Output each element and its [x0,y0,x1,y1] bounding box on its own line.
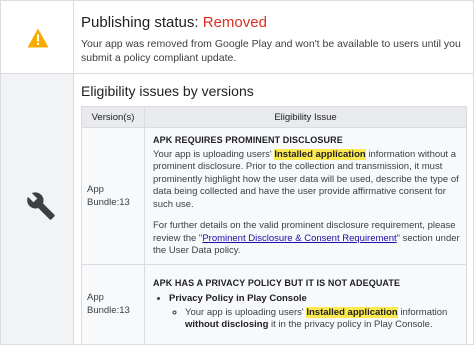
status-icon-cell [1,1,74,73]
table-row: App Bundle:13 APK HAS A PRIVACY POLICY B… [81,263,467,345]
status-label: Publishing status: [81,14,199,31]
issue-description: Your app is uploading users' Installed a… [153,148,460,212]
wrench-icon-cell [1,74,74,344]
version-cell: App Bundle:13 [81,263,145,345]
issue-text: Your app is uploading users' [153,148,272,160]
eligibility-issues-row: Eligibility issues by versions Version(s… [1,74,473,345]
issue-text: information [400,306,448,318]
prominent-disclosure-link[interactable]: Prominent Disclosure & Consent Requireme… [202,233,396,244]
policy-list: Privacy Policy in Play Console Your app … [153,293,460,332]
list-item: Privacy Policy in Play Console Your app … [169,293,460,332]
issue-text: Your app is uploading users' [185,306,304,318]
issue-cell: APK HAS A PRIVACY POLICY BUT IT IS NOT A… [144,263,467,345]
issue-heading: APK REQUIRES PROMINENT DISCLOSURE [153,135,343,145]
issues-title: Eligibility issues by versions [81,83,254,99]
publishing-status-row: Publishing status: Removed Your app was … [1,1,473,74]
highlighted-data-type: Installed application [306,306,398,318]
issue-reference: For further details on the valid promine… [153,220,460,258]
highlighted-data-type: Installed application [274,148,366,160]
publishing-status-panel: Publishing status: Removed Your app was … [0,0,474,345]
emphasis-text: without disclosing [185,319,269,330]
table-header-row: Version(s) Eligibility Issue [81,106,467,128]
eligibility-table: Version(s) Eligibility Issue App Bundle:… [81,106,467,345]
publishing-status-title: Publishing status: Removed [81,14,267,31]
issue-cell: APK REQUIRES PROMINENT DISCLOSURE Your a… [144,127,467,265]
policy-sub-list: Your app is uploading users' Installed a… [169,306,460,332]
warning-icon [27,28,49,48]
wrench-icon [27,192,55,220]
issue-text: it in the privacy policy in Play Console… [271,319,433,330]
list-item: Your app is uploading users' Installed a… [185,306,460,332]
version-cell: App Bundle:13 [81,127,145,265]
issue-heading: APK HAS A PRIVACY POLICY BUT IT IS NOT A… [153,277,401,288]
table-row: App Bundle:13 APK REQUIRES PROMINENT DIS… [81,127,467,265]
policy-name: Privacy Policy in Play Console [169,293,307,304]
column-header-eligibility-issue: Eligibility Issue [144,106,467,128]
status-description: Your app was removed from Google Play an… [81,38,461,64]
status-value: Removed [202,14,267,31]
column-header-versions: Version(s) [81,106,145,128]
